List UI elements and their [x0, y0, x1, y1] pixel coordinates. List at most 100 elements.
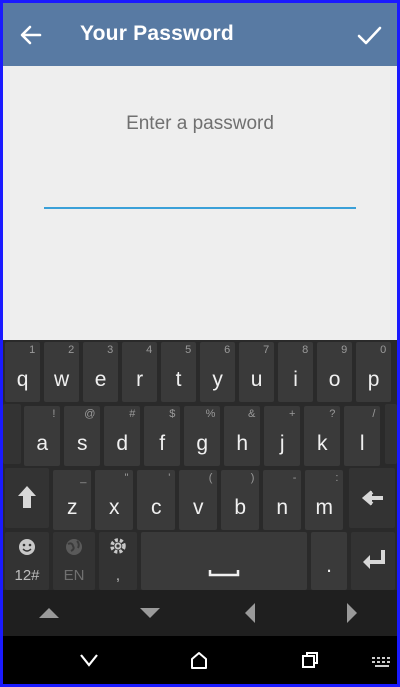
key-hint: 5 — [185, 344, 192, 356]
enter-key[interactable] — [351, 532, 395, 590]
key-p[interactable]: 0p — [356, 342, 392, 402]
key-hint: : — [335, 472, 339, 484]
key-b[interactable]: ) b — [221, 470, 260, 530]
key-hint: # — [129, 408, 136, 420]
space-key[interactable] — [141, 532, 307, 590]
arrow-left-icon — [20, 25, 42, 45]
key-hint: @ — [84, 408, 96, 420]
key-label: e — [94, 368, 107, 391]
cursor-left-icon[interactable] — [243, 602, 259, 624]
key-t[interactable]: 5t — [161, 342, 197, 402]
key-label: d — [116, 432, 129, 455]
recent-apps-icon[interactable] — [300, 650, 320, 670]
key-hint: $ — [169, 408, 176, 420]
key-f[interactable]: $ f — [144, 406, 181, 466]
key-n[interactable]: -n — [263, 470, 302, 530]
key-label: p — [367, 368, 380, 391]
key-label: w — [54, 368, 70, 391]
key-label: k — [316, 432, 328, 455]
key-hint: 7 — [263, 344, 270, 356]
key-label: c — [150, 496, 162, 519]
key-label: m — [315, 496, 333, 519]
key-label: i — [293, 368, 298, 391]
home-icon[interactable] — [189, 650, 209, 670]
backspace-key[interactable] — [349, 468, 395, 528]
key-hint: 8 — [302, 344, 309, 356]
key-label: y — [212, 368, 223, 391]
key-k[interactable]: ? k — [304, 406, 341, 466]
key-v[interactable]: (v — [179, 470, 218, 530]
space-bar-icon — [208, 570, 240, 577]
key-hint: & — [248, 408, 256, 420]
key-label: h — [236, 432, 249, 455]
key-d[interactable]: # d — [104, 406, 141, 466]
key-w[interactable]: 2w — [44, 342, 80, 402]
comma-label: , — [115, 567, 121, 584]
key-label: t — [175, 368, 182, 391]
cursor-up-icon[interactable] — [37, 604, 61, 622]
key-label: l — [359, 432, 365, 455]
key-label: o — [328, 368, 341, 391]
key-label: j — [279, 432, 285, 455]
language-key[interactable]: EN — [53, 532, 95, 590]
back-button[interactable] — [17, 21, 45, 49]
app-bar: Your Password — [3, 3, 397, 66]
key-hint: " — [124, 472, 129, 484]
key-label: s — [76, 432, 88, 455]
key-h[interactable]: & h — [224, 406, 261, 466]
key-o[interactable]: 9o — [317, 342, 353, 402]
key-z[interactable]: _ z — [53, 470, 92, 530]
key-e[interactable]: 3e — [83, 342, 119, 402]
key-q[interactable]: 1q — [5, 342, 41, 402]
enter-arrow-icon — [363, 550, 385, 569]
settings-comma-key[interactable]: , — [99, 532, 137, 590]
done-button[interactable] — [355, 21, 383, 49]
cursor-right-icon[interactable] — [343, 602, 359, 624]
key-hint: 4 — [146, 344, 153, 356]
key-x[interactable]: " x — [95, 470, 134, 530]
key-hint: 6 — [224, 344, 231, 356]
key-g[interactable]: % g — [184, 406, 221, 466]
period-key[interactable]: . — [311, 532, 347, 590]
key-label: u — [250, 368, 263, 391]
key-c[interactable]: ' c — [137, 470, 176, 530]
key-hint: ? — [329, 408, 336, 420]
key-i[interactable]: 8i — [278, 342, 314, 402]
key-hint: 9 — [341, 344, 348, 356]
key-hint: 0 — [380, 344, 387, 356]
key-label: b — [234, 496, 247, 519]
key-hint: ' — [168, 472, 171, 484]
key-hint: / — [372, 408, 376, 420]
back-chevron-icon[interactable] — [79, 652, 99, 668]
password-input[interactable] — [44, 175, 356, 209]
key-u[interactable]: 7u — [239, 342, 275, 402]
shift-arrow-icon — [18, 486, 36, 508]
key-hint: ) — [250, 472, 255, 484]
checkmark-icon — [357, 26, 382, 45]
key-hint: _ — [80, 472, 87, 484]
key-label: a — [36, 432, 49, 455]
password-prompt: Enter a password — [126, 113, 274, 134]
key-m[interactable]: :m — [305, 470, 344, 530]
key-label: n — [276, 496, 289, 519]
key-a[interactable]: ! a — [24, 406, 61, 466]
key-y[interactable]: 6y — [200, 342, 236, 402]
keyboard-switch-icon[interactable] — [371, 656, 393, 670]
page-title: Your Password — [80, 22, 234, 45]
key-s[interactable]: @ s — [64, 406, 101, 466]
key-j[interactable]: + j — [264, 406, 301, 466]
key-label: g — [196, 432, 209, 455]
key-l[interactable]: / l — [344, 406, 381, 466]
key-hint: + — [288, 408, 296, 420]
key-label: q — [16, 368, 29, 391]
key-label: r — [136, 368, 144, 391]
cursor-down-icon[interactable] — [138, 604, 162, 622]
key-r[interactable]: 4r — [122, 342, 158, 402]
key-label: z — [66, 496, 78, 519]
key-hint: % — [205, 408, 216, 420]
key-label: x — [108, 496, 120, 519]
key-hint: - — [292, 472, 297, 484]
shift-key[interactable] — [5, 468, 49, 528]
symbols-label: 12# — [14, 567, 40, 584]
symbols-key[interactable]: 12# — [5, 532, 49, 590]
